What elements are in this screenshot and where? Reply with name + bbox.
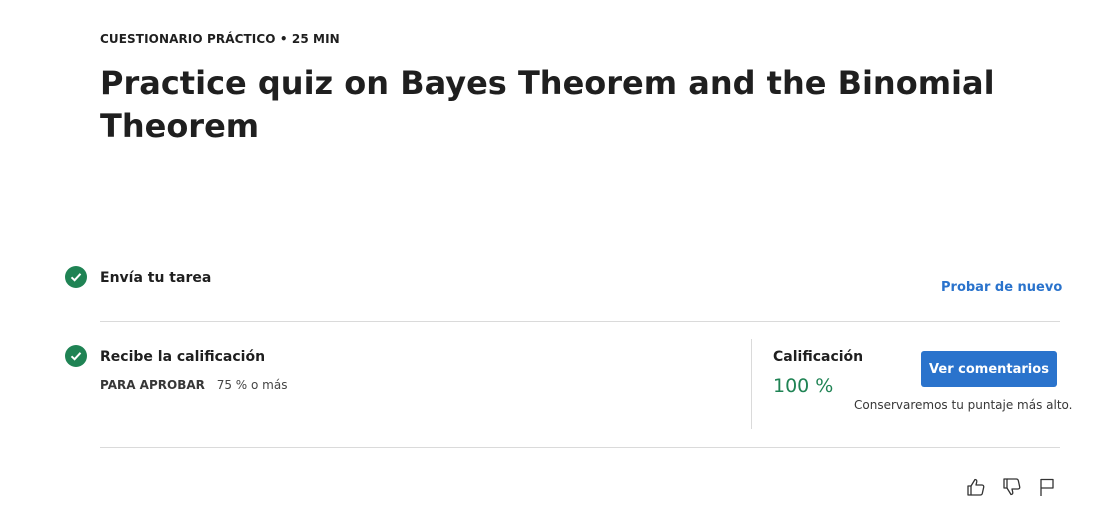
vertical-divider xyxy=(751,339,752,429)
page-title: Practice quiz on Bayes Theorem and the B… xyxy=(100,64,995,145)
divider xyxy=(100,447,1060,448)
flag-icon[interactable] xyxy=(1036,476,1058,498)
step-submit-title: Envía tu tarea xyxy=(100,270,212,286)
passing-value: 75 % o más xyxy=(216,378,288,392)
thumbs-up-icon[interactable] xyxy=(965,476,987,498)
try-again-link[interactable]: Probar de nuevo xyxy=(941,280,1062,295)
quiz-meta: CUESTIONARIO PRÁCTICO • 25 MIN xyxy=(100,32,340,46)
divider xyxy=(100,321,1060,322)
step-grade-title: Recibe la calificación xyxy=(100,349,266,365)
thumbs-down-icon[interactable] xyxy=(1001,476,1023,498)
grade-label: Calificación xyxy=(773,349,864,365)
passing-label: PARA APROBAR xyxy=(100,378,205,392)
highest-score-note: Conservaremos tu puntaje más alto. xyxy=(854,398,1073,412)
grade-value: 100 % xyxy=(773,375,834,397)
passing-requirement: PARA APROBAR 75 % o más xyxy=(100,378,287,392)
check-circle-icon xyxy=(65,345,87,367)
check-circle-icon xyxy=(65,266,87,288)
view-feedback-button[interactable]: Ver comentarios xyxy=(921,351,1057,387)
